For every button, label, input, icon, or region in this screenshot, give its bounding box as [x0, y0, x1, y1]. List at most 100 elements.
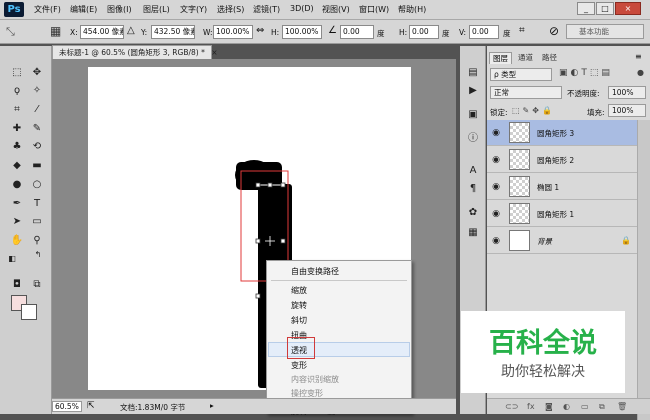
rotation-field[interactable]: 0.00: [340, 25, 374, 39]
workspace-select[interactable]: 基本功能: [566, 24, 644, 39]
type-tool-icon[interactable]: T: [28, 195, 46, 212]
visibility-eye-icon[interactable]: ◉: [491, 209, 501, 219]
properties-panel-icon[interactable]: ▣: [463, 106, 483, 124]
menu-item-rotate[interactable]: 旋转: [291, 300, 307, 311]
x-position-field[interactable]: 454.00 像素: [80, 25, 124, 39]
shape-tool-icon[interactable]: ▭: [28, 213, 46, 230]
menu-item-skew[interactable]: 斜切: [291, 315, 307, 326]
layers-scrollbar[interactable]: [637, 120, 650, 420]
export-icon[interactable]: ⇱: [87, 401, 95, 411]
visibility-eye-icon[interactable]: ◉: [491, 128, 501, 138]
lock-icons[interactable]: ⬚✎✥🔒: [512, 106, 555, 115]
magic-wand-icon[interactable]: ✧: [28, 82, 46, 99]
pen-tool-icon[interactable]: ✒: [8, 195, 26, 212]
link-layers-icon[interactable]: ⊂⊃: [505, 402, 518, 411]
menu-item-scale[interactable]: 缩放: [291, 285, 307, 296]
delta-icon[interactable]: △: [127, 25, 135, 36]
tab-layers[interactable]: 图层: [489, 52, 512, 64]
history-panel-icon[interactable]: ▤: [463, 64, 483, 82]
visibility-eye-icon[interactable]: ◉: [491, 155, 501, 165]
opacity-field[interactable]: 100%: [608, 86, 646, 99]
tab-channels[interactable]: 通道: [515, 52, 536, 64]
layer-row-background[interactable]: ◉ 背景 🔒: [487, 228, 637, 254]
history-brush-icon[interactable]: ⟲: [28, 138, 46, 155]
background-color-swatch[interactable]: [21, 304, 37, 320]
path-selection-icon[interactable]: ➤: [8, 213, 26, 230]
visibility-eye-icon[interactable]: ◉: [491, 236, 501, 246]
document-tab[interactable]: 未标题-1 @ 60.5% (圆角矩形 3, RGB/8) * ×: [52, 45, 218, 59]
mask-icon[interactable]: ◙: [545, 402, 553, 411]
menu-filter[interactable]: 滤镜(T): [253, 4, 280, 15]
paragraph-panel-icon[interactable]: ¶: [463, 180, 483, 198]
lasso-tool-icon[interactable]: ϙ: [8, 82, 26, 99]
filter-toggle-icon[interactable]: ●: [637, 68, 644, 77]
fx-icon[interactable]: fx: [527, 402, 535, 411]
clone-stamp-icon[interactable]: ♣: [8, 138, 26, 155]
h-skew-field[interactable]: 0.00: [409, 25, 439, 39]
maximize-button[interactable]: □: [596, 2, 614, 15]
character-panel-icon[interactable]: A: [463, 162, 483, 180]
y-position-field[interactable]: 432.50 像素: [151, 25, 195, 39]
default-colors-icon[interactable]: ◧: [6, 250, 18, 267]
reference-point-icon[interactable]: ▦: [50, 24, 61, 38]
close-tab-icon[interactable]: ×: [211, 48, 217, 57]
layer-row-rounded-rect-2[interactable]: ◉ 圆角矩形 2: [487, 147, 637, 173]
menu-select[interactable]: 选择(S): [217, 4, 244, 15]
layer-row-rounded-rect-3[interactable]: ◉ 圆角矩形 3: [487, 120, 637, 146]
healing-brush-icon[interactable]: ✚: [8, 120, 26, 137]
menu-item-free-transform-path[interactable]: 自由变换路径: [291, 266, 339, 277]
actions-panel-icon[interactable]: ▶: [463, 82, 483, 100]
path-select-tool-icon[interactable]: ⤡: [6, 25, 15, 39]
height-field[interactable]: 100.00%: [282, 25, 322, 39]
info-panel-icon[interactable]: ⓘ: [463, 130, 483, 148]
close-window-button[interactable]: ×: [615, 2, 641, 15]
menu-window[interactable]: 窗口(W): [359, 4, 389, 15]
move-tool-icon[interactable]: ✥: [28, 64, 46, 81]
quick-mask-icon[interactable]: ◘: [8, 276, 26, 293]
fill-field[interactable]: 100%: [608, 104, 646, 117]
link-icon[interactable]: ⇔: [256, 25, 264, 36]
menu-edit[interactable]: 编辑(E): [70, 4, 97, 15]
marquee-tool-icon[interactable]: ⬚: [8, 64, 26, 81]
eraser-icon[interactable]: ◆: [8, 157, 26, 174]
grid-panel-icon[interactable]: ▦: [463, 224, 483, 242]
dodge-tool-icon[interactable]: ○: [28, 176, 46, 193]
menu-item-warp[interactable]: 变形: [291, 360, 307, 371]
swap-colors-icon[interactable]: ↰: [32, 246, 44, 263]
width-field[interactable]: 100.00%: [213, 25, 253, 39]
status-menu-arrow-icon[interactable]: ▸: [210, 401, 214, 410]
eyedropper-icon[interactable]: ⁄: [28, 101, 46, 118]
menu-3d[interactable]: 3D(D): [290, 4, 314, 13]
layer-row-ellipse-1[interactable]: ◉ 椭圆 1: [487, 174, 637, 200]
menu-image[interactable]: 图像(I): [107, 4, 132, 15]
adjustment-icon[interactable]: ◐: [563, 402, 570, 411]
cancel-transform-icon[interactable]: ⊘: [549, 24, 559, 38]
minimize-button[interactable]: _: [577, 2, 595, 15]
v-skew-field[interactable]: 0.00: [469, 25, 499, 39]
tab-paths[interactable]: 路径: [539, 52, 560, 64]
hand-tool-icon[interactable]: ✋: [8, 232, 26, 249]
menu-layer[interactable]: 图层(L): [143, 4, 170, 15]
interpolation-icon[interactable]: ⌗: [519, 25, 525, 36]
menu-file[interactable]: 文件(F): [34, 4, 61, 15]
gradient-icon[interactable]: ▬: [28, 157, 46, 174]
menu-type[interactable]: 文字(Y): [180, 4, 207, 15]
layer-row-rounded-rect-1[interactable]: ◉ 圆角矩形 1: [487, 201, 637, 227]
brush-tool-icon[interactable]: ✎: [28, 120, 46, 137]
menu-help[interactable]: 帮助(H): [398, 4, 426, 15]
panel-menu-icon[interactable]: ≡: [635, 52, 642, 61]
filter-icons[interactable]: ▣◐T⬚▤: [559, 68, 613, 78]
group-icon[interactable]: ▭: [581, 402, 589, 411]
menu-view[interactable]: 视图(V): [322, 4, 350, 15]
trash-icon[interactable]: 🗑: [617, 402, 627, 411]
screen-mode-icon[interactable]: ⧉: [28, 276, 46, 293]
zoom-field[interactable]: 60.5%: [52, 401, 82, 412]
new-layer-icon[interactable]: ⧉: [599, 402, 605, 412]
menu-item-perspective[interactable]: 透视: [291, 345, 307, 356]
blur-tool-icon[interactable]: ●: [8, 176, 26, 193]
visibility-eye-icon[interactable]: ◉: [491, 182, 501, 192]
swatches-panel-icon[interactable]: ✿: [463, 204, 483, 222]
filter-kind-select[interactable]: ρ 类型: [490, 68, 552, 81]
crop-tool-icon[interactable]: ⌗: [8, 101, 26, 118]
blend-mode-select[interactable]: 正常: [490, 86, 562, 99]
